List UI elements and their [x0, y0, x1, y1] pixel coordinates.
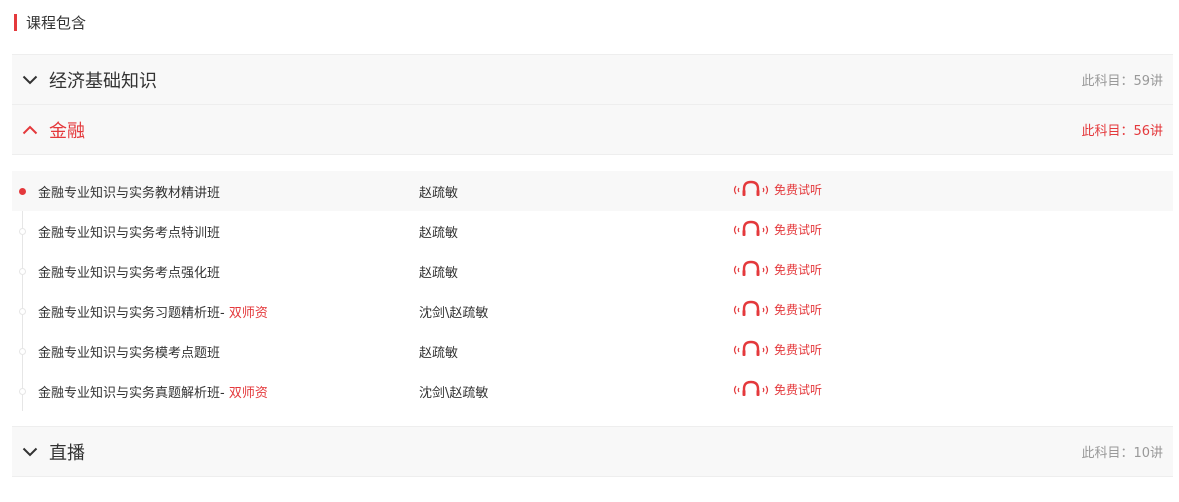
subject-finance[interactable]: 金融 此科目：56讲 — [12, 104, 1173, 155]
lesson-teacher: 赵疏敏 — [419, 185, 459, 201]
subject-live[interactable]: 直播 此科目：10讲 — [12, 426, 1173, 477]
free-trial-button[interactable]: 免费试听 — [732, 180, 822, 198]
subject-count: 此科目：10讲 — [1081, 446, 1163, 461]
subject-count: 此科目：59讲 — [1081, 74, 1163, 89]
lesson-name: 金融专业知识与实务考点强化班 — [38, 265, 221, 281]
free-trial-label: 免费试听 — [774, 382, 823, 397]
lesson-name: 金融专业知识与实务考点特训班 — [38, 225, 221, 241]
lesson-teacher: 赵疏敏 — [419, 345, 459, 361]
lesson-row[interactable]: 金融专业知识与实务考点特训班 赵疏敏 免费试听 — [12, 211, 1173, 251]
lesson-name: 金融专业知识与实务模考点题班 — [38, 345, 221, 361]
headphones-icon — [733, 220, 769, 236]
free-trial-button[interactable]: 免费试听 — [732, 260, 822, 278]
subject-economics[interactable]: 经济基础知识 此科目：59讲 — [12, 54, 1173, 105]
free-trial-button[interactable]: 免费试听 — [732, 380, 822, 398]
section-header: 课程包含 — [14, 12, 86, 32]
lesson-teacher: 沈剑\赵疏敏 — [419, 305, 489, 321]
lesson-list: 金融专业知识与实务教材精讲班 赵疏敏 免费试听 金融专业知识与实务考点特训班 赵… — [12, 171, 1173, 411]
lesson-name: 金融专业知识与实务真题解析班- 双师资 — [38, 385, 268, 401]
timeline-dot — [19, 388, 26, 395]
lesson-tag: 双师资 — [224, 385, 268, 401]
free-trial-button[interactable]: 免费试听 — [732, 220, 822, 238]
lesson-row[interactable]: 金融专业知识与实务习题精析班- 双师资 沈剑\赵疏敏 免费试听 — [12, 291, 1173, 331]
headphones-icon — [733, 300, 769, 316]
timeline-dot — [19, 268, 26, 275]
section-header-bar — [14, 13, 17, 31]
lesson-name: 金融专业知识与实务教材精讲班 — [38, 185, 221, 201]
chevron-down-icon — [12, 426, 48, 477]
free-trial-label: 免费试听 — [774, 182, 823, 197]
subject-name: 经济基础知识 — [49, 70, 157, 92]
subject-name: 金融 — [49, 120, 85, 142]
chevron-up-icon — [12, 104, 48, 155]
free-trial-button[interactable]: 免费试听 — [732, 300, 822, 318]
free-trial-button[interactable]: 免费试听 — [732, 340, 822, 358]
timeline-dot — [19, 228, 26, 235]
lesson-teacher: 沈剑\赵疏敏 — [419, 385, 489, 401]
headphones-icon — [733, 380, 769, 396]
subject-name: 直播 — [49, 442, 85, 464]
lesson-teacher: 赵疏敏 — [419, 265, 459, 281]
timeline-dot — [19, 308, 26, 315]
lesson-teacher: 赵疏敏 — [419, 225, 459, 241]
free-trial-label: 免费试听 — [774, 262, 823, 277]
free-trial-label: 免费试听 — [774, 222, 823, 237]
headphones-icon — [733, 180, 769, 196]
section-title: 课程包含 — [26, 13, 87, 32]
lesson-row[interactable]: 金融专业知识与实务真题解析班- 双师资 沈剑\赵疏敏 免费试听 — [12, 371, 1173, 411]
subject-count: 此科目：56讲 — [1081, 124, 1163, 139]
lesson-row[interactable]: 金融专业知识与实务模考点题班 赵疏敏 免费试听 — [12, 331, 1173, 371]
chevron-down-icon — [12, 54, 48, 105]
timeline-dot — [19, 188, 26, 195]
lesson-row[interactable]: 金融专业知识与实务教材精讲班 赵疏敏 免费试听 — [12, 171, 1173, 211]
free-trial-label: 免费试听 — [774, 342, 823, 357]
lesson-tag: 双师资 — [224, 305, 268, 321]
timeline-dot — [19, 348, 26, 355]
headphones-icon — [733, 340, 769, 356]
headphones-icon — [733, 260, 769, 276]
lesson-name: 金融专业知识与实务习题精析班- 双师资 — [38, 305, 268, 321]
lesson-row[interactable]: 金融专业知识与实务考点强化班 赵疏敏 免费试听 — [12, 251, 1173, 291]
free-trial-label: 免费试听 — [774, 302, 823, 317]
